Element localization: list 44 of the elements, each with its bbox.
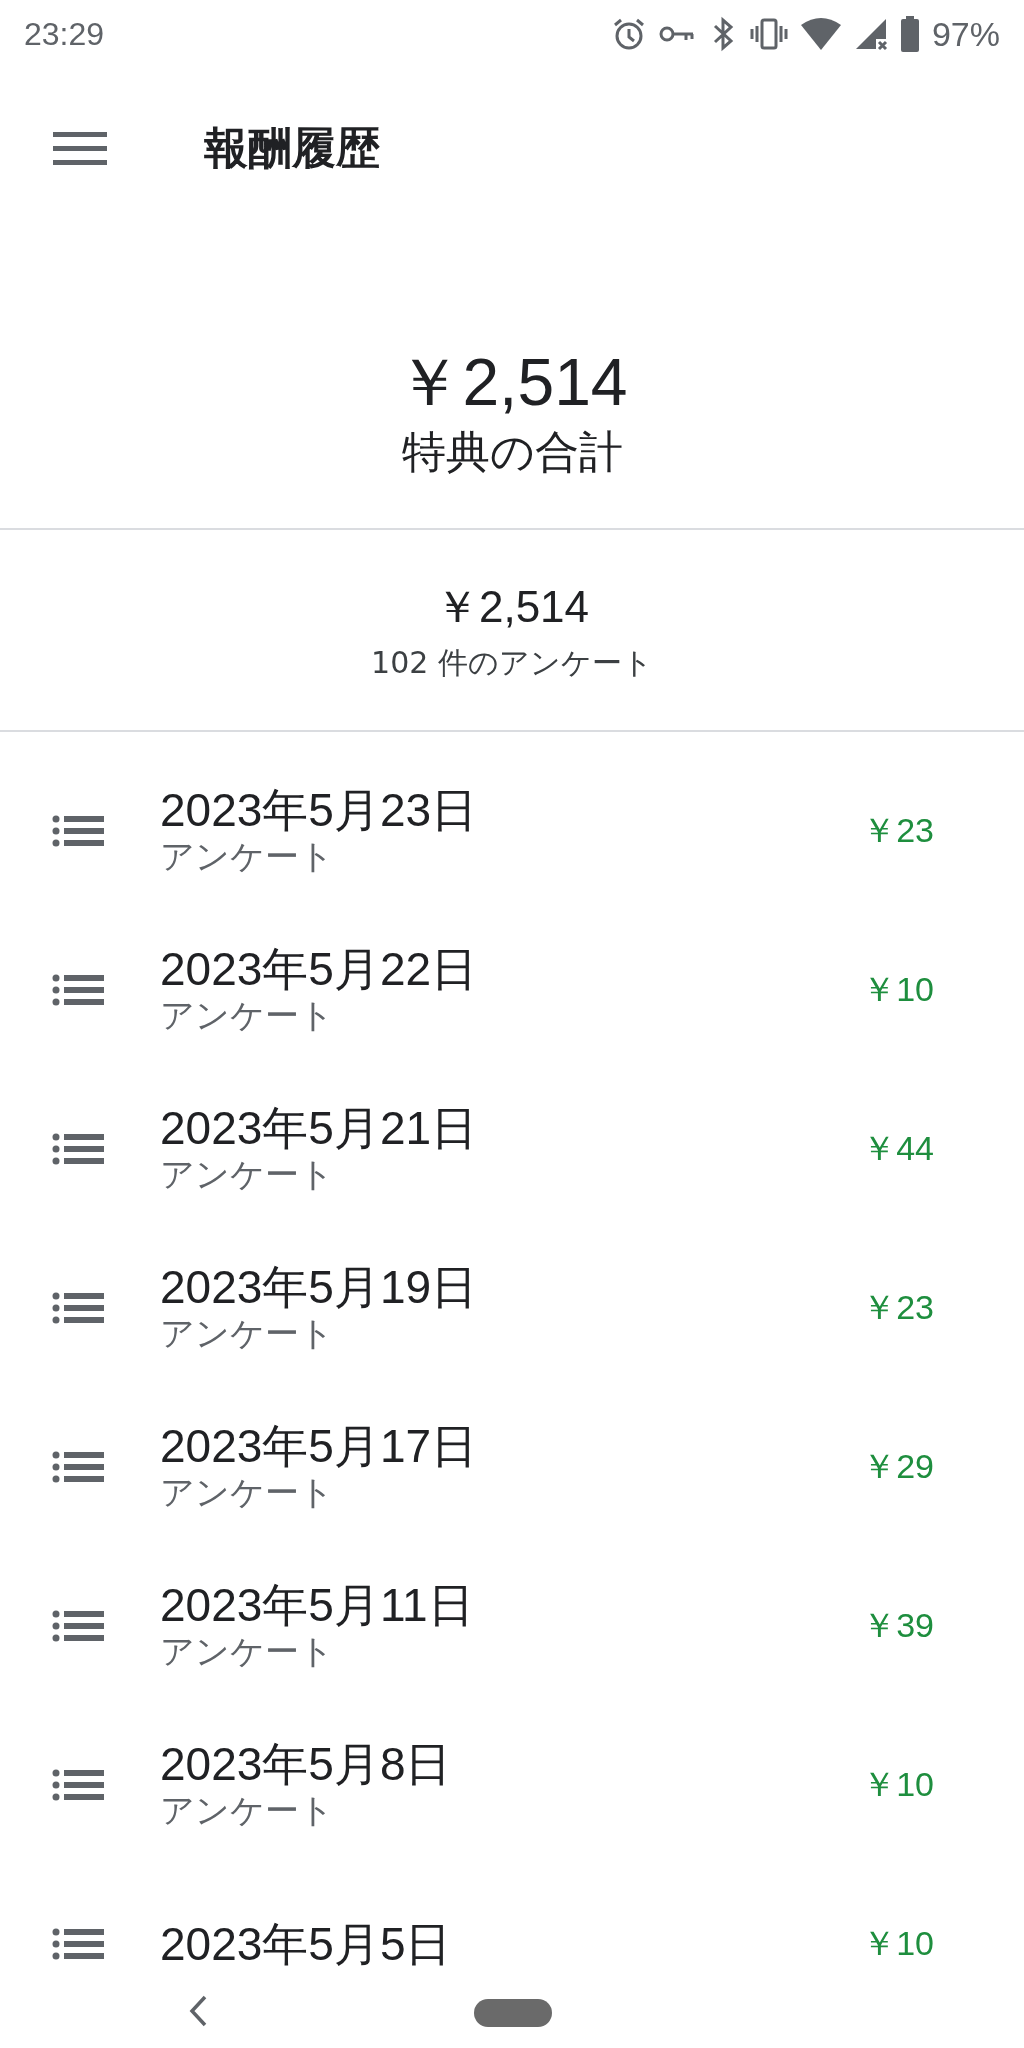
wifi-icon	[799, 17, 842, 51]
reward-type: アンケート	[160, 1472, 335, 1513]
battery-percent: 97%	[931, 14, 1000, 54]
reward-amount: ￥23	[862, 810, 934, 852]
page-title: 報酬履歴	[204, 120, 380, 175]
list-icon	[52, 1927, 104, 1962]
reward-type: アンケート	[160, 1313, 335, 1354]
list-icon	[52, 973, 104, 1008]
reward-date: 2023年5月23日	[160, 785, 479, 836]
list-icon	[52, 1768, 104, 1803]
reward-amount: ￥23	[862, 1287, 934, 1329]
battery-icon	[899, 16, 920, 52]
reward-date: 2023年5月19日	[160, 1262, 479, 1313]
list-icon	[52, 814, 104, 849]
reward-amount: ￥10	[862, 969, 934, 1011]
reward-date: 2023年5月5日	[160, 1918, 453, 1970]
list-icon	[52, 1291, 104, 1326]
total-label: 特典の合計	[401, 424, 623, 479]
reward-amount: ￥39	[862, 1605, 934, 1647]
survey-count: 102 件のアンケート	[371, 643, 653, 682]
list-icon	[52, 1450, 104, 1485]
home-pill[interactable]	[474, 1998, 552, 2027]
reward-type: アンケート	[160, 836, 335, 877]
key-icon	[657, 24, 696, 44]
vibrate-icon	[749, 17, 788, 51]
total-amount: ￥2,514	[396, 346, 628, 419]
reward-type: アンケート	[160, 1790, 335, 1831]
reward-date: 2023年5月8日	[160, 1739, 453, 1790]
reward-amount: ￥10	[862, 1923, 934, 1965]
reward-type: アンケート	[160, 1631, 335, 1672]
reward-date: 2023年5月11日	[160, 1580, 475, 1631]
status-time: 23:29	[24, 15, 105, 53]
alarm-clock-icon	[611, 17, 646, 51]
reward-date: 2023年5月22日	[160, 944, 479, 995]
reward-date: 2023年5月17日	[160, 1421, 479, 1472]
reward-type: アンケート	[160, 1154, 335, 1195]
reward-amount: ￥29	[862, 1446, 934, 1488]
list-icon	[52, 1132, 104, 1167]
list-icon	[52, 1609, 104, 1644]
subtotal-amount: ￥2,514	[434, 580, 590, 633]
reward-amount: ￥10	[862, 1764, 934, 1806]
reward-amount: ￥44	[862, 1128, 934, 1170]
reward-date: 2023年5月21日	[160, 1103, 479, 1154]
reward-type: アンケート	[160, 995, 335, 1036]
